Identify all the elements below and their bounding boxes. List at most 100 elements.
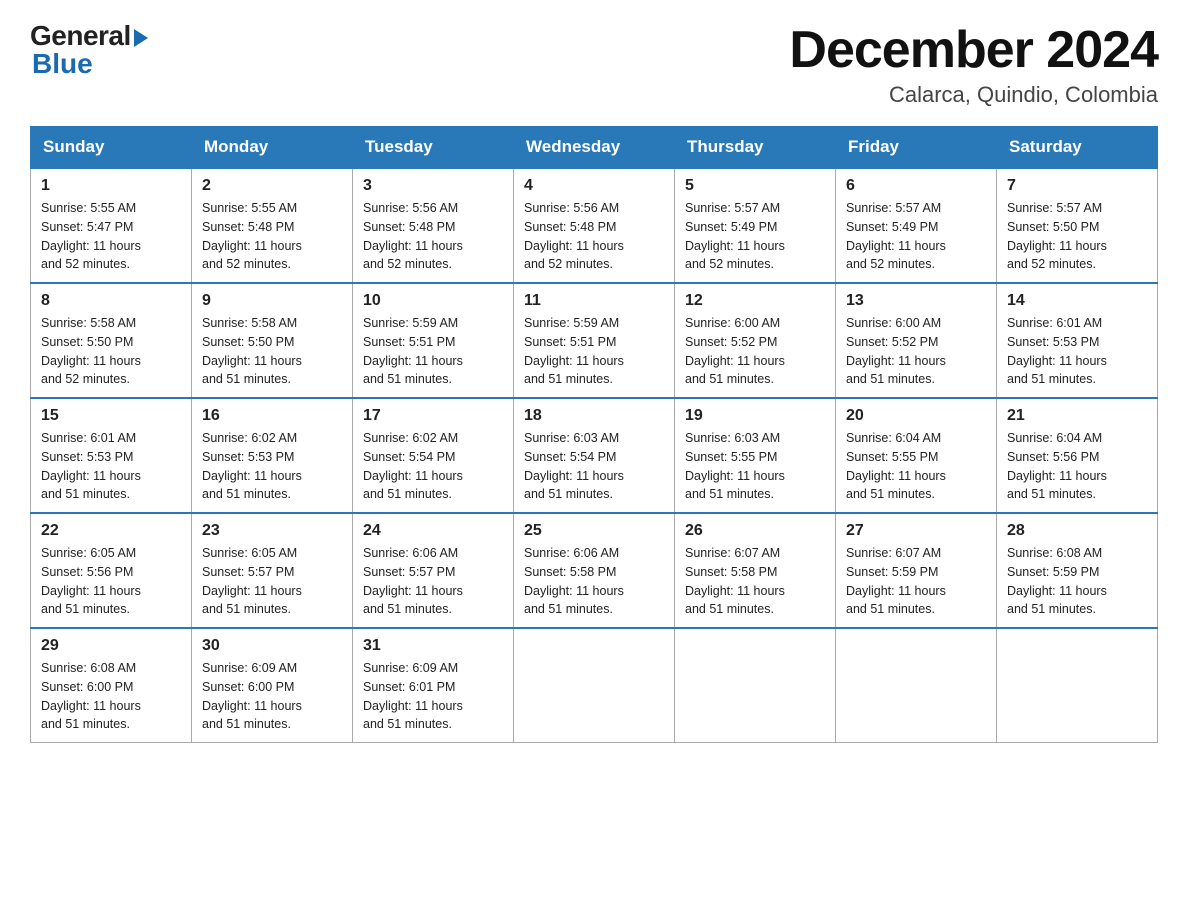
day-info: Sunrise: 6:01 AM Sunset: 5:53 PM Dayligh… [41,429,181,504]
day-info: Sunrise: 6:06 AM Sunset: 5:58 PM Dayligh… [524,544,664,619]
day-number: 21 [1007,407,1147,425]
calendar-cell: 27 Sunrise: 6:07 AM Sunset: 5:59 PM Dayl… [836,513,997,628]
day-info: Sunrise: 5:55 AM Sunset: 5:47 PM Dayligh… [41,199,181,274]
day-number: 4 [524,177,664,195]
day-info: Sunrise: 6:00 AM Sunset: 5:52 PM Dayligh… [846,314,986,389]
day-number: 5 [685,177,825,195]
day-info: Sunrise: 5:57 AM Sunset: 5:50 PM Dayligh… [1007,199,1147,274]
day-number: 30 [202,637,342,655]
week-row-5: 29 Sunrise: 6:08 AM Sunset: 6:00 PM Dayl… [31,628,1158,743]
day-number: 1 [41,177,181,195]
calendar-cell: 30 Sunrise: 6:09 AM Sunset: 6:00 PM Dayl… [192,628,353,743]
calendar-cell [514,628,675,743]
day-number: 29 [41,637,181,655]
day-info: Sunrise: 6:04 AM Sunset: 5:56 PM Dayligh… [1007,429,1147,504]
calendar-cell: 6 Sunrise: 5:57 AM Sunset: 5:49 PM Dayli… [836,168,997,283]
day-number: 25 [524,522,664,540]
day-info: Sunrise: 5:56 AM Sunset: 5:48 PM Dayligh… [363,199,503,274]
logo-blue-text: Blue [30,48,93,80]
day-info: Sunrise: 5:58 AM Sunset: 5:50 PM Dayligh… [202,314,342,389]
day-info: Sunrise: 5:55 AM Sunset: 5:48 PM Dayligh… [202,199,342,274]
calendar-cell: 12 Sunrise: 6:00 AM Sunset: 5:52 PM Dayl… [675,283,836,398]
day-number: 15 [41,407,181,425]
day-info: Sunrise: 6:01 AM Sunset: 5:53 PM Dayligh… [1007,314,1147,389]
week-row-3: 15 Sunrise: 6:01 AM Sunset: 5:53 PM Dayl… [31,398,1158,513]
calendar-cell: 25 Sunrise: 6:06 AM Sunset: 5:58 PM Dayl… [514,513,675,628]
day-info: Sunrise: 5:59 AM Sunset: 5:51 PM Dayligh… [363,314,503,389]
calendar-cell: 28 Sunrise: 6:08 AM Sunset: 5:59 PM Dayl… [997,513,1158,628]
header-friday: Friday [836,127,997,169]
day-info: Sunrise: 6:02 AM Sunset: 5:53 PM Dayligh… [202,429,342,504]
day-number: 2 [202,177,342,195]
day-number: 19 [685,407,825,425]
calendar-cell: 13 Sunrise: 6:00 AM Sunset: 5:52 PM Dayl… [836,283,997,398]
day-number: 24 [363,522,503,540]
title-block: December 2024 Calarca, Quindio, Colombia [789,20,1158,108]
calendar-cell: 20 Sunrise: 6:04 AM Sunset: 5:55 PM Dayl… [836,398,997,513]
week-row-2: 8 Sunrise: 5:58 AM Sunset: 5:50 PM Dayli… [31,283,1158,398]
calendar-cell: 11 Sunrise: 5:59 AM Sunset: 5:51 PM Dayl… [514,283,675,398]
calendar-cell: 9 Sunrise: 5:58 AM Sunset: 5:50 PM Dayli… [192,283,353,398]
header-wednesday: Wednesday [514,127,675,169]
day-info: Sunrise: 6:00 AM Sunset: 5:52 PM Dayligh… [685,314,825,389]
day-info: Sunrise: 6:05 AM Sunset: 5:56 PM Dayligh… [41,544,181,619]
calendar-cell: 29 Sunrise: 6:08 AM Sunset: 6:00 PM Dayl… [31,628,192,743]
day-number: 14 [1007,292,1147,310]
logo: General Blue [30,20,148,80]
calendar-cell: 26 Sunrise: 6:07 AM Sunset: 5:58 PM Dayl… [675,513,836,628]
calendar-table: SundayMondayTuesdayWednesdayThursdayFrid… [30,126,1158,743]
calendar-cell: 10 Sunrise: 5:59 AM Sunset: 5:51 PM Dayl… [353,283,514,398]
calendar-cell: 5 Sunrise: 5:57 AM Sunset: 5:49 PM Dayli… [675,168,836,283]
day-number: 26 [685,522,825,540]
location-title: Calarca, Quindio, Colombia [789,82,1158,108]
week-row-4: 22 Sunrise: 6:05 AM Sunset: 5:56 PM Dayl… [31,513,1158,628]
header-thursday: Thursday [675,127,836,169]
calendar-cell: 21 Sunrise: 6:04 AM Sunset: 5:56 PM Dayl… [997,398,1158,513]
day-info: Sunrise: 6:03 AM Sunset: 5:55 PM Dayligh… [685,429,825,504]
day-number: 6 [846,177,986,195]
day-info: Sunrise: 6:05 AM Sunset: 5:57 PM Dayligh… [202,544,342,619]
day-number: 12 [685,292,825,310]
calendar-cell: 2 Sunrise: 5:55 AM Sunset: 5:48 PM Dayli… [192,168,353,283]
day-info: Sunrise: 5:57 AM Sunset: 5:49 PM Dayligh… [685,199,825,274]
week-row-1: 1 Sunrise: 5:55 AM Sunset: 5:47 PM Dayli… [31,168,1158,283]
page-header: General Blue December 2024 Calarca, Quin… [30,20,1158,108]
day-number: 9 [202,292,342,310]
calendar-cell: 23 Sunrise: 6:05 AM Sunset: 5:57 PM Dayl… [192,513,353,628]
day-number: 3 [363,177,503,195]
day-number: 11 [524,292,664,310]
day-info: Sunrise: 5:56 AM Sunset: 5:48 PM Dayligh… [524,199,664,274]
day-number: 27 [846,522,986,540]
calendar-cell: 7 Sunrise: 5:57 AM Sunset: 5:50 PM Dayli… [997,168,1158,283]
calendar-cell: 14 Sunrise: 6:01 AM Sunset: 5:53 PM Dayl… [997,283,1158,398]
day-number: 17 [363,407,503,425]
header-saturday: Saturday [997,127,1158,169]
calendar-cell: 31 Sunrise: 6:09 AM Sunset: 6:01 PM Dayl… [353,628,514,743]
calendar-cell [836,628,997,743]
calendar-cell: 18 Sunrise: 6:03 AM Sunset: 5:54 PM Dayl… [514,398,675,513]
day-number: 10 [363,292,503,310]
calendar-cell: 3 Sunrise: 5:56 AM Sunset: 5:48 PM Dayli… [353,168,514,283]
day-number: 16 [202,407,342,425]
day-number: 22 [41,522,181,540]
day-info: Sunrise: 6:09 AM Sunset: 6:00 PM Dayligh… [202,659,342,734]
day-number: 23 [202,522,342,540]
day-number: 13 [846,292,986,310]
header-sunday: Sunday [31,127,192,169]
day-info: Sunrise: 6:07 AM Sunset: 5:58 PM Dayligh… [685,544,825,619]
header-tuesday: Tuesday [353,127,514,169]
day-number: 20 [846,407,986,425]
calendar-cell: 4 Sunrise: 5:56 AM Sunset: 5:48 PM Dayli… [514,168,675,283]
day-info: Sunrise: 5:59 AM Sunset: 5:51 PM Dayligh… [524,314,664,389]
day-info: Sunrise: 5:57 AM Sunset: 5:49 PM Dayligh… [846,199,986,274]
calendar-cell: 15 Sunrise: 6:01 AM Sunset: 5:53 PM Dayl… [31,398,192,513]
calendar-cell: 17 Sunrise: 6:02 AM Sunset: 5:54 PM Dayl… [353,398,514,513]
header-monday: Monday [192,127,353,169]
day-info: Sunrise: 6:02 AM Sunset: 5:54 PM Dayligh… [363,429,503,504]
calendar-cell: 22 Sunrise: 6:05 AM Sunset: 5:56 PM Dayl… [31,513,192,628]
day-number: 7 [1007,177,1147,195]
calendar-cell: 16 Sunrise: 6:02 AM Sunset: 5:53 PM Dayl… [192,398,353,513]
day-number: 28 [1007,522,1147,540]
day-number: 8 [41,292,181,310]
calendar-header-row: SundayMondayTuesdayWednesdayThursdayFrid… [31,127,1158,169]
